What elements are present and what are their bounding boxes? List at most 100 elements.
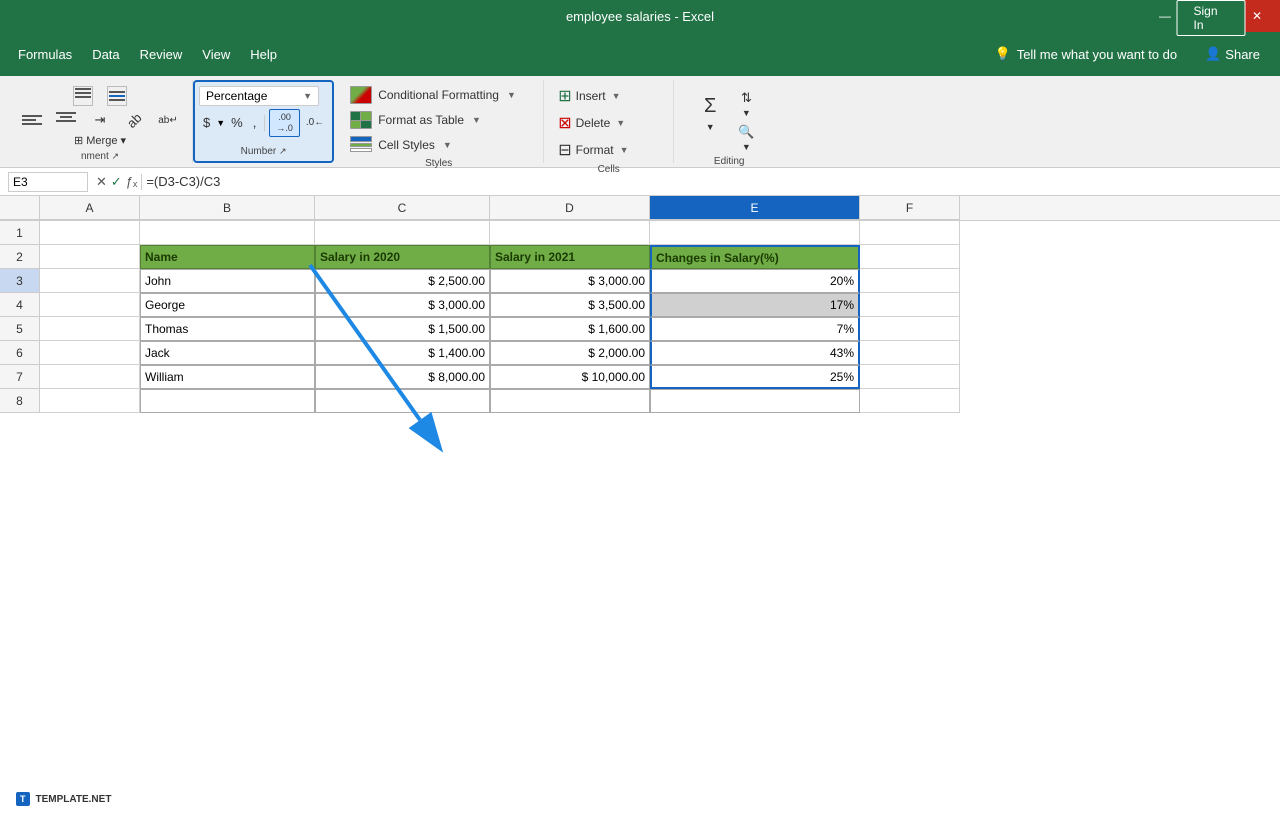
cell-b6[interactable]: Jack — [140, 341, 315, 365]
align-top-button[interactable] — [67, 84, 99, 108]
menu-review[interactable]: Review — [130, 41, 193, 68]
sign-in-button[interactable]: Sign In — [1177, 0, 1246, 36]
row-header-4[interactable]: 4 — [0, 293, 40, 317]
cell-f2[interactable] — [860, 245, 960, 269]
number-dialog-launcher[interactable]: ↗ — [279, 146, 287, 156]
cell-a2[interactable] — [40, 245, 140, 269]
cell-c2[interactable]: Salary in 2020 — [315, 245, 490, 269]
align-center-button[interactable] — [50, 110, 82, 130]
cell-c5[interactable]: $ 1,500.00 — [315, 317, 490, 341]
share-button[interactable]: 👤 Share — [1193, 42, 1272, 66]
cell-d2[interactable]: Salary in 2021 — [490, 245, 650, 269]
dollar-dropdown[interactable]: ▼ — [216, 118, 225, 128]
cell-c4[interactable]: $ 3,000.00 — [315, 293, 490, 317]
cell-d5[interactable]: $ 1,600.00 — [490, 317, 650, 341]
cell-b8[interactable] — [140, 389, 315, 413]
row-header-8[interactable]: 8 — [0, 389, 40, 413]
cancel-formula-icon[interactable]: ✕ — [96, 174, 107, 190]
decrease-decimal-button[interactable]: .0← — [302, 116, 328, 129]
menu-formulas[interactable]: Formulas — [8, 41, 82, 68]
col-header-b[interactable]: B — [140, 196, 315, 220]
cell-a4[interactable] — [40, 293, 140, 317]
cell-c6[interactable]: $ 1,400.00 — [315, 341, 490, 365]
cell-e7[interactable]: 25% — [650, 365, 860, 389]
cell-f4[interactable] — [860, 293, 960, 317]
cell-f8[interactable] — [860, 389, 960, 413]
align-middle-button[interactable] — [101, 84, 133, 108]
cell-e6[interactable]: 43% — [650, 341, 860, 365]
row-header-1[interactable]: 1 — [0, 221, 40, 245]
row-header-3[interactable]: 3 — [0, 269, 40, 293]
cell-f1[interactable] — [860, 221, 960, 245]
col-header-c[interactable]: C — [315, 196, 490, 220]
cell-b7[interactable]: William — [140, 365, 315, 389]
cell-a6[interactable] — [40, 341, 140, 365]
alignment-dialog-launcher[interactable]: ↗ — [112, 151, 120, 161]
col-header-a[interactable]: A — [40, 196, 140, 220]
insert-function-icon[interactable]: ƒₓ — [126, 174, 138, 190]
row-header-5[interactable]: 5 — [0, 317, 40, 341]
format-button[interactable]: ⊟ Format ▼ — [552, 138, 665, 162]
increase-decimal-button[interactable]: .00 →.0 — [269, 109, 300, 137]
delete-button[interactable]: ⊠ Delete ▼ — [552, 111, 665, 135]
percent-button[interactable]: % — [227, 114, 247, 131]
dollar-button[interactable]: $ — [199, 114, 214, 131]
cell-e2[interactable]: Changes in Salary(%) — [650, 245, 860, 269]
number-format-dropdown[interactable]: Percentage ▼ — [199, 86, 319, 106]
orientation-button[interactable]: ab — [118, 110, 150, 130]
cell-c8[interactable] — [315, 389, 490, 413]
wrap-text-button[interactable]: ab↵ — [152, 110, 184, 130]
confirm-formula-icon[interactable]: ✓ — [111, 174, 122, 190]
comma-button[interactable]: , — [249, 114, 261, 131]
cell-e3[interactable]: 20% — [650, 269, 860, 293]
cell-c1[interactable] — [315, 221, 490, 245]
cell-e1[interactable] — [650, 221, 860, 245]
cell-f7[interactable] — [860, 365, 960, 389]
format-as-table-button[interactable]: Format as Table ▼ — [342, 109, 535, 131]
cell-a1[interactable] — [40, 221, 140, 245]
insert-button[interactable]: ⊞ Insert ▼ — [552, 84, 665, 108]
cell-a5[interactable] — [40, 317, 140, 341]
cell-b4[interactable]: George — [140, 293, 315, 317]
cell-a7[interactable] — [40, 365, 140, 389]
cell-styles-button[interactable]: Cell Styles ▼ — [342, 134, 535, 156]
tell-me-text[interactable]: Tell me what you want to do — [1017, 47, 1177, 62]
cell-c3[interactable]: $ 2,500.00 — [315, 269, 490, 293]
cell-e4[interactable]: 17% — [650, 293, 860, 317]
cell-b1[interactable] — [140, 221, 315, 245]
cell-d7[interactable]: $ 10,000.00 — [490, 365, 650, 389]
cell-d1[interactable] — [490, 221, 650, 245]
align-left-button[interactable] — [16, 110, 48, 130]
cell-e5[interactable]: 7% — [650, 317, 860, 341]
col-header-f[interactable]: F — [860, 196, 960, 220]
cell-e8[interactable] — [650, 389, 860, 413]
cell-d4[interactable]: $ 3,500.00 — [490, 293, 650, 317]
col-header-e[interactable]: E — [650, 196, 860, 220]
cell-a8[interactable] — [40, 389, 140, 413]
cell-b3[interactable]: John — [140, 269, 315, 293]
cell-d6[interactable]: $ 2,000.00 — [490, 341, 650, 365]
name-box[interactable] — [8, 172, 88, 192]
find-select-button[interactable]: 🔍 ▼ — [730, 122, 762, 154]
row-header-2[interactable]: 2 — [0, 245, 40, 269]
conditional-formatting-button[interactable]: Conditional Formatting ▼ — [342, 84, 535, 106]
cell-f3[interactable] — [860, 269, 960, 293]
merge-button[interactable]: ⊞ Merge ▾ — [70, 132, 130, 149]
row-header-6[interactable]: 6 — [0, 341, 40, 365]
cell-a3[interactable] — [40, 269, 140, 293]
cell-c7[interactable]: $ 8,000.00 — [315, 365, 490, 389]
cell-b5[interactable]: Thomas — [140, 317, 315, 341]
cell-d3[interactable]: $ 3,000.00 — [490, 269, 650, 293]
cell-b2[interactable]: Name — [140, 245, 315, 269]
cell-d8[interactable] — [490, 389, 650, 413]
menu-data[interactable]: Data — [82, 41, 129, 68]
menu-view[interactable]: View — [192, 41, 240, 68]
col-header-d[interactable]: D — [490, 196, 650, 220]
menu-help[interactable]: Help — [240, 41, 287, 68]
indent-button[interactable]: ⇥ — [84, 110, 116, 130]
autosum-button[interactable]: Σ ▼ — [696, 88, 724, 138]
cell-f6[interactable] — [860, 341, 960, 365]
sort-filter-button[interactable]: ⇅ ▼ — [730, 88, 762, 120]
row-header-7[interactable]: 7 — [0, 365, 40, 389]
cell-f5[interactable] — [860, 317, 960, 341]
